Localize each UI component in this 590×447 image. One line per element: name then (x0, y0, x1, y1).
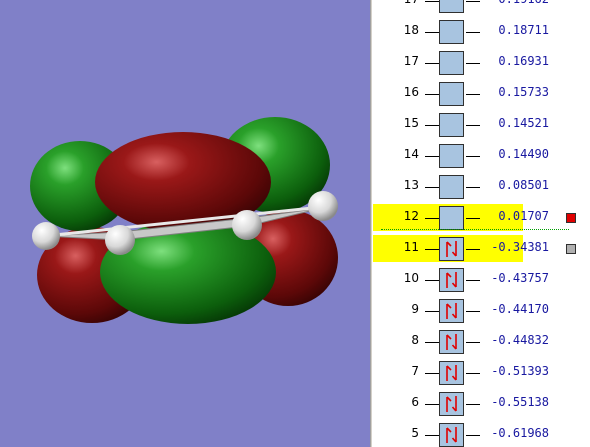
occupied-orbital-box[interactable] (439, 299, 464, 323)
mo-energy: -0.51393 (491, 364, 549, 378)
spin-down-arrow-icon (452, 427, 457, 443)
level-line (425, 125, 439, 126)
mo-energy: 0.14490 (498, 147, 549, 161)
mo-level-row[interactable]: 10 -0.43757 (373, 263, 590, 294)
level-line (425, 280, 439, 281)
spin-up-arrow-icon (446, 303, 452, 319)
mo-level-row[interactable]: 18 0.18711 (373, 15, 590, 46)
mo-energy: -0.44832 (491, 333, 549, 347)
mo-index: 17 (403, 54, 419, 68)
mo-energy: 0.15733 (498, 85, 549, 99)
level-line (425, 311, 439, 312)
spin-up-arrow-icon (446, 396, 452, 412)
molecule-viewer[interactable] (0, 0, 370, 447)
mo-energy: 0.08501 (498, 178, 549, 192)
mo-energy: 0.19162 (477, 0, 549, 6)
atom (232, 210, 262, 240)
mo-level-row[interactable]: 11 -0.34381 (373, 232, 590, 263)
occupied-orbital-box[interactable] (439, 392, 464, 416)
mo-level-row[interactable]: 7 -0.51393 (373, 356, 590, 387)
spin-down-arrow-icon (452, 272, 457, 288)
mo-level-row[interactable]: 17 0.16931 (373, 46, 590, 77)
level-line (425, 218, 439, 219)
mo-level-row[interactable]: 12 0.01707 (373, 201, 590, 232)
mo-energy: -0.55138 (491, 395, 549, 409)
virtual-orbital-box[interactable] (439, 175, 464, 199)
spin-down-arrow-icon (452, 303, 457, 319)
virtual-orbital-box[interactable] (439, 20, 464, 44)
level-line (425, 187, 439, 188)
homo-lumo-gap-line (381, 229, 569, 230)
spin-up-arrow-icon (446, 365, 452, 381)
occupied-orbital-box[interactable] (439, 330, 464, 354)
atom (105, 225, 135, 255)
mo-index: 16 (403, 85, 419, 99)
mo-energy: -0.34381 (491, 240, 549, 254)
virtual-orbital-box[interactable] (439, 206, 464, 230)
spin-down-arrow-icon (452, 365, 457, 381)
mo-energy-diagram[interactable]: 17 0.19162 18 0.18711 17 0.16931 16 0.15733 15 0.… (373, 0, 590, 447)
level-line (425, 373, 439, 374)
mo-index: 13 (403, 178, 419, 192)
mo-index: 18 (403, 23, 419, 37)
level-line (425, 32, 439, 33)
level-line (425, 404, 439, 405)
spin-up-arrow-icon (446, 241, 452, 257)
atom (308, 191, 338, 221)
mo-level-row[interactable]: 16 0.15733 (373, 77, 590, 108)
mo-level-row[interactable]: 17 0.19162 (373, 0, 590, 15)
virtual-orbital-box[interactable] (439, 51, 464, 75)
mo-level-row[interactable]: 6 -0.55138 (373, 387, 590, 418)
atom (32, 222, 60, 250)
spin-down-arrow-icon (452, 334, 457, 350)
occupied-orbital-box[interactable] (439, 361, 464, 385)
spin-up-arrow-icon (446, 334, 452, 350)
level-line (425, 63, 439, 64)
occupied-orbital-box[interactable] (439, 268, 464, 292)
spin-down-arrow-icon (452, 241, 457, 257)
mo-energy: -0.44170 (491, 302, 549, 316)
mo-energy: 0.18711 (498, 23, 549, 37)
mo-index: 8 (411, 333, 419, 347)
mo-energy: 0.16931 (498, 54, 549, 68)
mo-index: 12 (403, 209, 419, 223)
mo-index: 9 (411, 302, 419, 316)
mo-energy: 0.14521 (498, 116, 549, 130)
mo-index: 17 (387, 0, 419, 6)
orbital-isosurface-render (30, 117, 338, 324)
spin-up-arrow-icon (446, 427, 452, 443)
mo-level-row[interactable]: 15 0.14521 (373, 108, 590, 139)
virtual-orbital-box[interactable] (439, 144, 464, 168)
mo-level-row[interactable]: 5 -0.61968 (373, 418, 590, 447)
spin-down-arrow-icon (452, 396, 457, 412)
mo-index: 15 (403, 116, 419, 130)
level-line (425, 342, 439, 343)
level-line (425, 94, 439, 95)
mo-index: 10 (403, 271, 419, 285)
level-line (425, 1, 439, 2)
level-line (425, 249, 439, 250)
mo-energy: -0.61968 (491, 426, 549, 440)
spin-up-arrow-icon (446, 272, 452, 288)
mo-level-row[interactable]: 14 0.14490 (373, 139, 590, 170)
mo-energy: -0.43757 (491, 271, 549, 285)
level-line (425, 435, 439, 436)
virtual-orbital-box[interactable] (439, 113, 464, 137)
level-line (425, 156, 439, 157)
mo-level-row[interactable]: 9 -0.44170 (373, 294, 590, 325)
mo-level-row[interactable]: 8 -0.44832 (373, 325, 590, 356)
mo-index: 5 (411, 426, 419, 440)
mo-level-row[interactable]: 13 0.08501 (373, 170, 590, 201)
occupied-orbital-box[interactable] (439, 237, 464, 261)
occupied-orbital-box[interactable] (439, 423, 464, 447)
virtual-orbital-box[interactable] (439, 0, 464, 13)
virtual-orbital-box[interactable] (439, 82, 464, 106)
mo-index: 11 (403, 240, 419, 254)
mo-index: 14 (403, 147, 419, 161)
mo-energy: 0.01707 (498, 209, 549, 223)
mo-index: 6 (411, 395, 419, 409)
surface-marker[interactable] (566, 213, 576, 223)
surface-marker[interactable] (566, 244, 576, 254)
mo-index: 7 (411, 364, 419, 378)
